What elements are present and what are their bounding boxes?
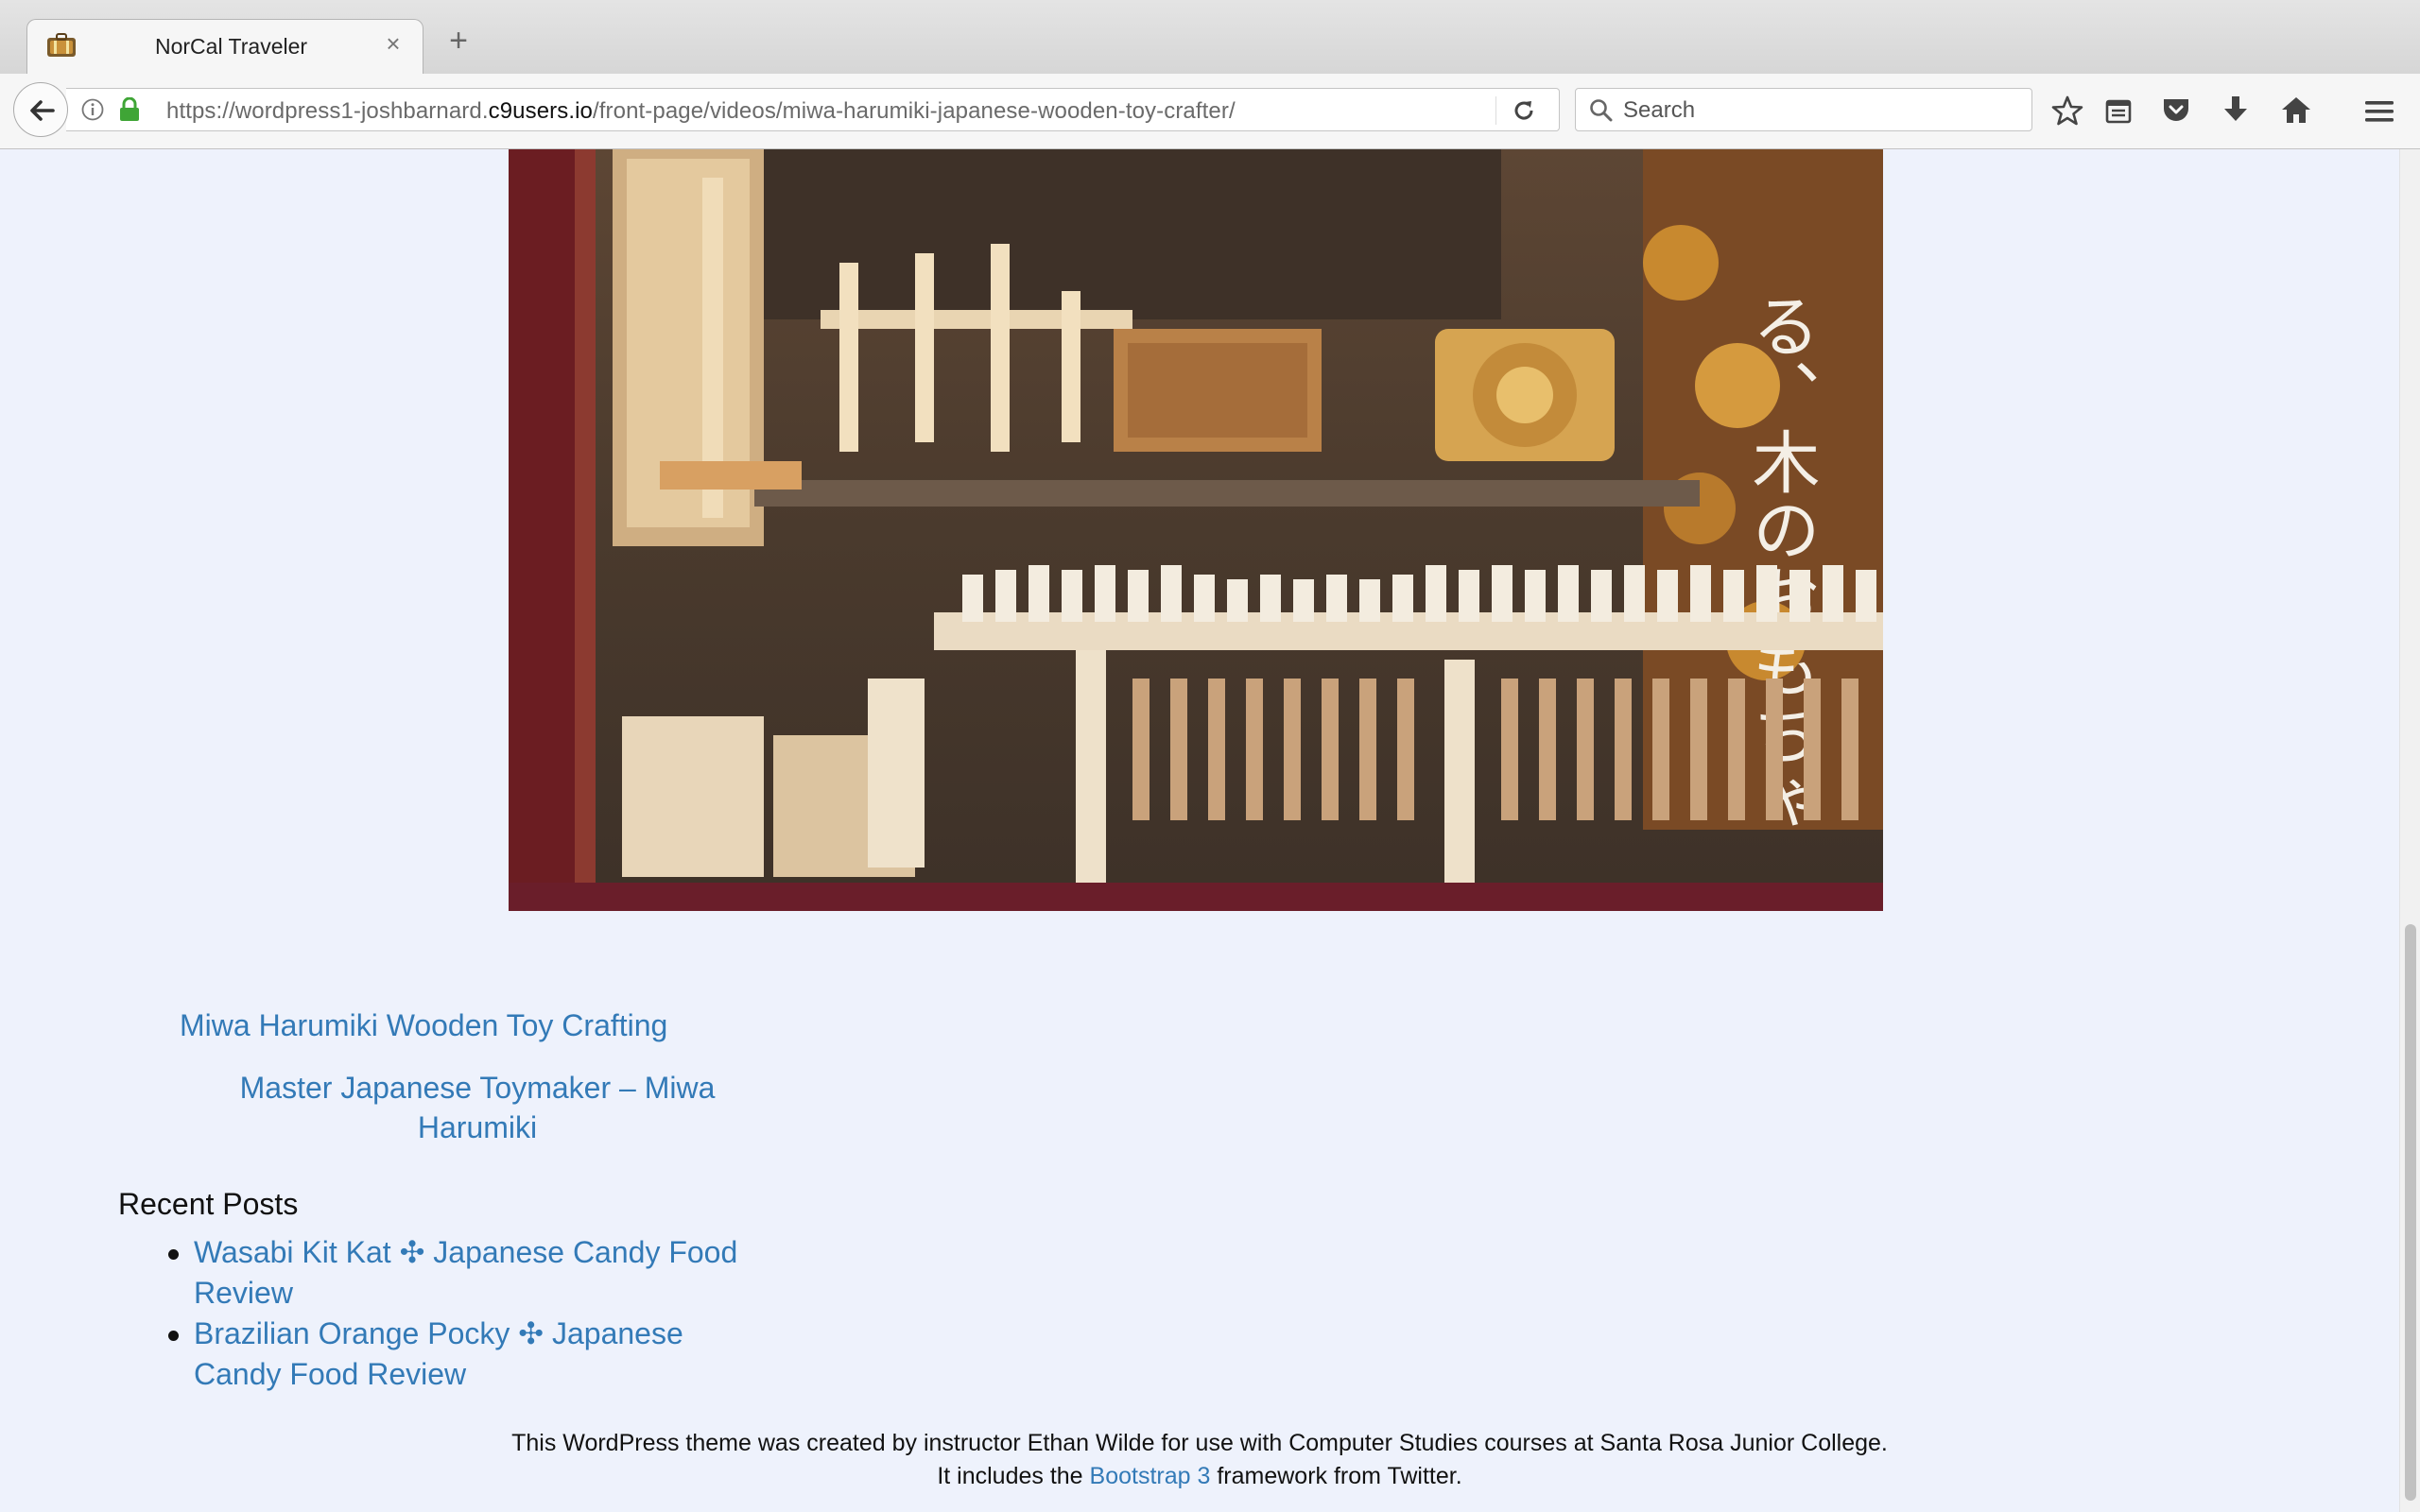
url-domain: c9users.io — [488, 98, 593, 124]
url-path: /front-page/videos/miwa-harumiki-japanes… — [593, 98, 1236, 124]
bullet — [168, 1331, 179, 1341]
search-icon — [1589, 98, 1614, 123]
menu-hamburger-icon[interactable] — [2363, 98, 2395, 130]
reading-list-icon[interactable] — [2104, 96, 2136, 129]
pocket-icon[interactable] — [2161, 96, 2193, 129]
site-footer: This WordPress theme was created by inst… — [0, 1427, 2399, 1493]
wooden-toy-photo: る、木のおもちゃ — [509, 149, 1883, 911]
tab-strip: NorCal Traveler × + — [0, 0, 2420, 75]
related-link-wooden-toy-crafting[interactable]: Miwa Harumiki Wooden Toy Crafting — [180, 1005, 667, 1045]
list-item: Wasabi Kit Kat ✣ Japanese Candy Food Rev… — [151, 1232, 775, 1314]
bookmark-star-icon[interactable] — [2051, 94, 2083, 127]
post-link-brazilian-orange-pocky[interactable]: Brazilian Orange Pocky ✣ Japanese Candy … — [194, 1314, 723, 1395]
vertical-scrollbar[interactable] — [2399, 149, 2420, 1512]
related-link-master-toymaker[interactable]: Master Japanese Toymaker – Miwa Harumiki — [213, 1068, 742, 1147]
download-icon[interactable] — [2221, 94, 2254, 127]
navigation-toolbar: https://wordpress1-joshbarnard.c9users.i… — [0, 74, 2420, 149]
recent-posts-title: Recent Posts — [118, 1187, 299, 1221]
recent-posts-list: Wasabi Kit Kat ✣ Japanese Candy Food Rev… — [151, 1232, 775, 1395]
back-arrow-icon — [30, 100, 55, 121]
lock-icon[interactable] — [119, 96, 140, 122]
footer-credit-line: This WordPress theme was created by inst… — [511, 1430, 1888, 1456]
url-separator — [1495, 96, 1496, 125]
hero-photo: る、木のおもちゃ — [509, 149, 1883, 911]
url-prefix: https://wordpress1-joshbarnard. — [166, 98, 489, 124]
home-icon[interactable] — [2280, 94, 2312, 127]
footer-text-before: It includes the — [937, 1463, 1090, 1489]
address-bar[interactable]: https://wordpress1-joshbarnard.c9users.i… — [66, 88, 1560, 131]
tab-title: NorCal Traveler — [155, 34, 308, 59]
bullet — [168, 1249, 179, 1260]
scrollbar-thumb[interactable] — [2405, 924, 2416, 1501]
active-tab[interactable]: NorCal Traveler × — [26, 19, 424, 74]
suitcase-favicon-icon — [46, 33, 77, 58]
page-content: る、木のおもちゃ Miwa Harumiki Wooden Toy Crafti… — [0, 149, 2399, 1512]
search-input[interactable] — [1621, 94, 2022, 127]
close-tab-icon[interactable]: × — [379, 29, 407, 58]
info-icon[interactable] — [81, 98, 104, 121]
bootstrap-link[interactable]: Bootstrap 3 — [1090, 1463, 1211, 1489]
list-item: Brazilian Orange Pocky ✣ Japanese Candy … — [151, 1314, 775, 1395]
new-tab-button[interactable]: + — [444, 25, 473, 57]
url-text[interactable]: https://wordpress1-joshbarnard.c9users.i… — [166, 98, 1236, 125]
footer-framework-line: It includes the Bootstrap 3 framework fr… — [0, 1460, 2399, 1493]
post-link-wasabi-kit-kat[interactable]: Wasabi Kit Kat ✣ Japanese Candy Food Rev… — [194, 1232, 761, 1314]
reload-icon[interactable] — [1511, 97, 1537, 124]
back-button[interactable] — [13, 82, 68, 137]
footer-text-after: framework from Twitter. — [1210, 1463, 1462, 1489]
search-bar[interactable] — [1575, 88, 2032, 131]
